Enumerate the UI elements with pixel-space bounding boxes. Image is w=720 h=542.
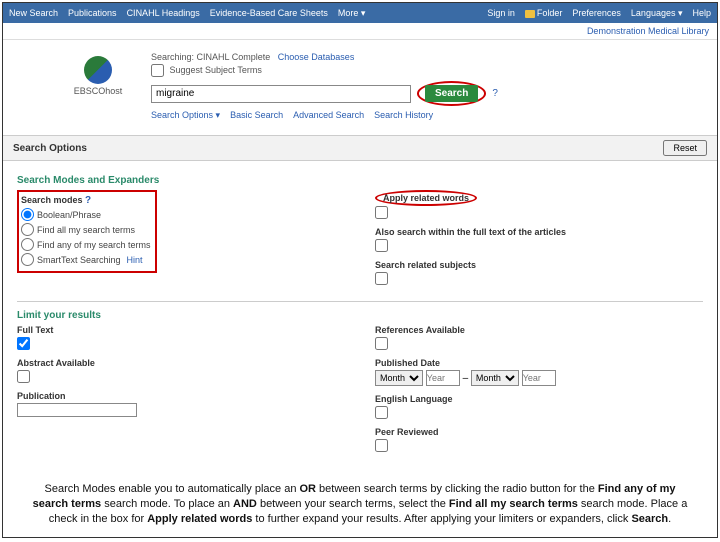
advanced-search-link[interactable]: Advanced Search [293,110,364,121]
publication-input[interactable] [17,403,137,417]
choose-databases-link[interactable]: Choose Databases [278,52,355,62]
mode-find-all-label: Find all my search terms [37,225,135,235]
nav-more[interactable]: More ▾ [338,8,366,19]
year-from-input[interactable] [426,370,460,386]
mode-boolean-radio[interactable] [21,208,34,221]
related-subjects-label: Search related subjects [375,260,703,270]
references-checkbox[interactable] [375,337,388,350]
english-checkbox[interactable] [375,406,388,419]
search-area: EBSCOhost Searching: CINAHL Complete Cho… [3,40,717,129]
fulltext-search-label: Also search within the full text of the … [375,227,703,237]
apply-related-label: Apply related words [383,193,469,203]
search-input[interactable] [151,85,411,103]
abstract-checkbox[interactable] [17,370,30,383]
folder-icon [525,10,535,18]
fulltext-checkbox[interactable] [17,337,30,350]
hint-link[interactable]: Hint [127,255,143,265]
searching-label: Searching: [151,52,194,62]
mode-find-all-radio[interactable] [21,223,34,236]
nav-preferences[interactable]: Preferences [572,8,621,18]
pubdate-label: Published Date [375,358,703,368]
english-label: English Language [375,394,703,404]
date-dash: – [463,373,469,384]
search-modes-highlight: Search modes ? Boolean/Phrase Find all m… [17,190,157,273]
month-from-select[interactable]: Month [375,370,423,386]
help-icon[interactable]: ? [85,195,91,206]
nav-publications[interactable]: Publications [68,8,117,19]
publication-label: Publication [17,391,345,401]
reset-button[interactable]: Reset [663,140,707,156]
nav-help[interactable]: Help [692,8,711,18]
limit-results-heading: Limit your results [17,310,703,321]
nav-languages[interactable]: Languages ▾ [631,8,683,19]
nav-new-search[interactable]: New Search [9,8,58,19]
year-to-input[interactable] [522,370,556,386]
peer-checkbox[interactable] [375,439,388,452]
top-nav: New Search Publications CINAHL Headings … [3,3,717,23]
abstract-label: Abstract Available [17,358,345,368]
search-modes-label: Search modes [21,195,83,205]
basic-search-link[interactable]: Basic Search [230,110,283,121]
search-options-link[interactable]: Search Options ▾ [151,110,220,121]
search-options-body: Search Modes and Expanders Search modes … [3,161,717,468]
search-history-link[interactable]: Search History [374,110,433,121]
apply-related-checkbox[interactable] [375,206,388,219]
mode-find-any-label: Find any of my search terms [37,240,151,250]
mode-find-any-radio[interactable] [21,238,34,251]
mode-smarttext-label: SmartText Searching [37,255,121,265]
peer-label: Peer Reviewed [375,427,703,437]
db-name: CINAHL Complete [197,52,271,62]
logo-icon [84,56,112,84]
month-to-select[interactable]: Month [471,370,519,386]
fulltext-search-checkbox[interactable] [375,239,388,252]
logo-text: EBSCOhost [63,86,133,96]
mode-boolean-label: Boolean/Phrase [37,210,101,220]
library-banner: Demonstration Medical Library [3,23,717,40]
suggest-terms-label: Suggest Subject Terms [170,65,262,75]
help-icon[interactable]: ? [492,88,498,99]
search-options-title: Search Options [13,143,87,154]
modes-expanders-heading: Search Modes and Expanders [17,175,703,186]
fulltext-label: Full Text [17,325,345,335]
related-subjects-checkbox[interactable] [375,272,388,285]
nav-ecs[interactable]: Evidence-Based Care Sheets [210,8,328,19]
slide-caption: Search Modes enable you to automatically… [7,476,713,533]
search-button[interactable]: Search [425,85,478,102]
nav-folder[interactable]: Folder [525,8,563,18]
suggest-terms-checkbox[interactable] [151,64,164,77]
references-label: References Available [375,325,703,335]
search-button-highlight: Search [417,81,486,106]
nav-cinahl-headings[interactable]: CINAHL Headings [127,8,200,19]
mode-smarttext-radio[interactable] [21,253,34,266]
logo: EBSCOhost [63,56,133,96]
search-options-bar: Search Options Reset [3,135,717,161]
apply-related-highlight: Apply related words [375,190,477,206]
nav-signin[interactable]: Sign in [487,8,515,18]
